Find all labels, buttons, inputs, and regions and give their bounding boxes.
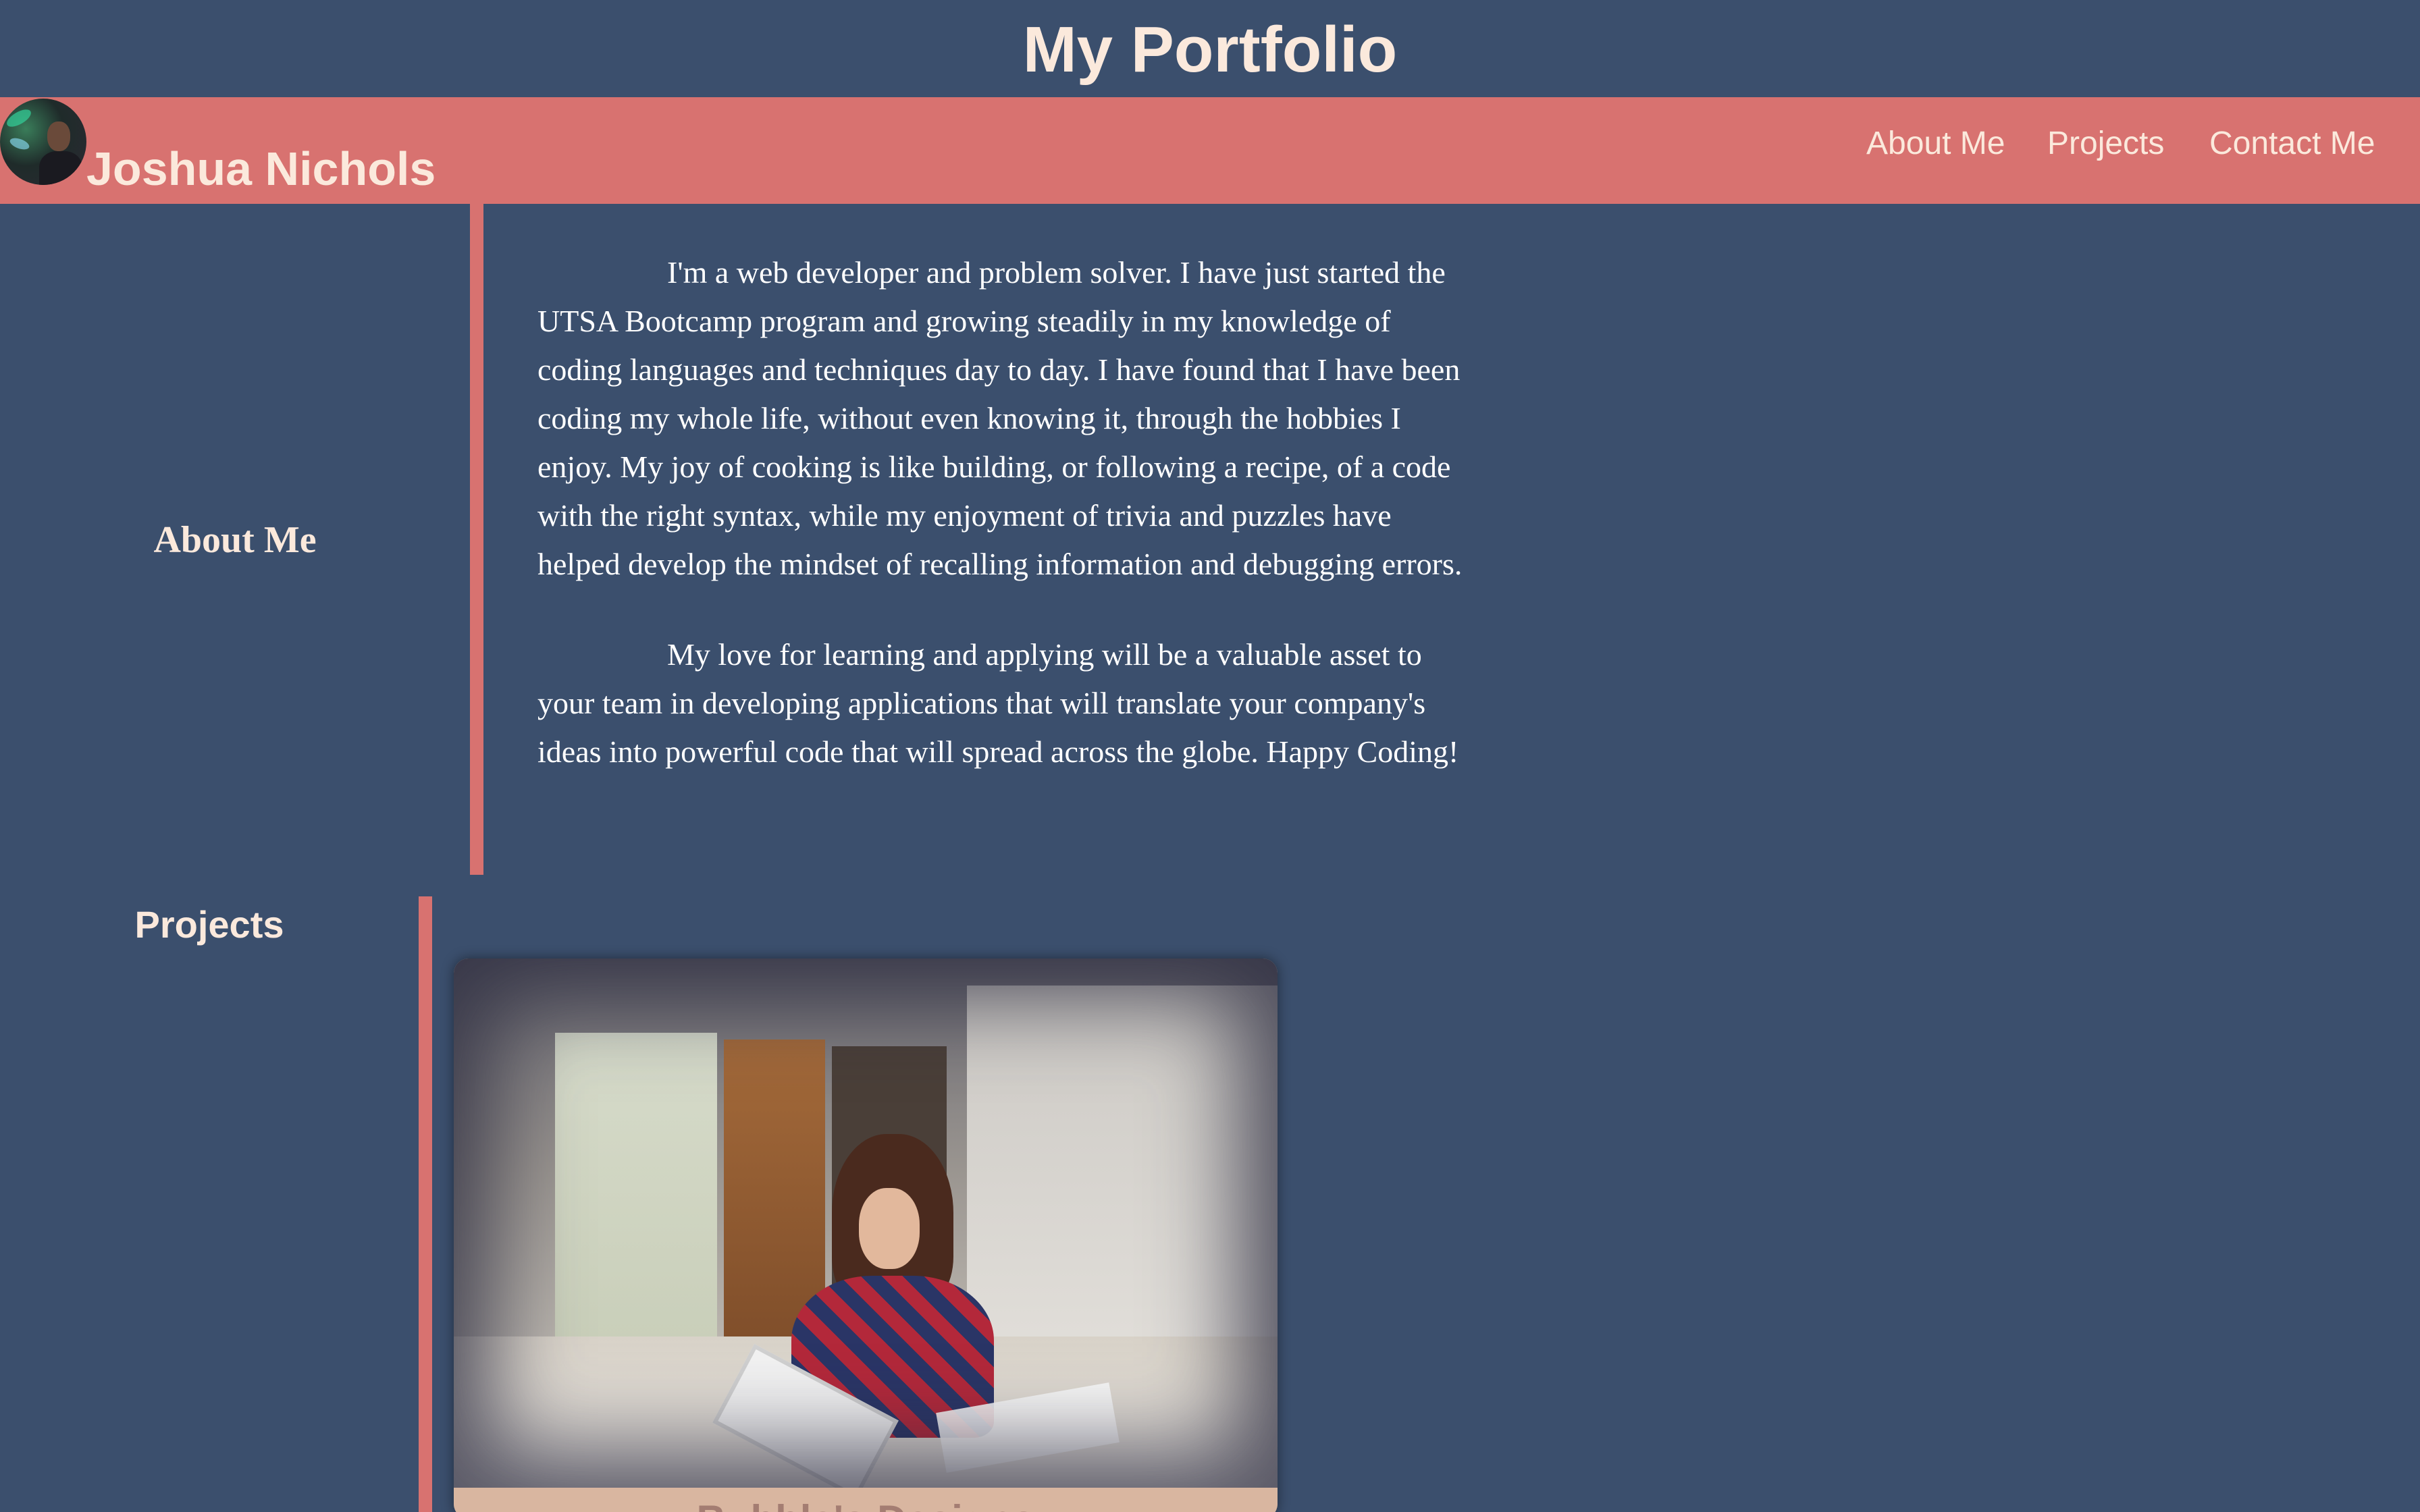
nav-link-projects[interactable]: Projects (2047, 120, 2164, 167)
about-paragraph: I'm a web developer and problem solver. … (537, 255, 1463, 581)
owner-name: Joshua Nichols (86, 142, 436, 195)
about-paragraph: My love for learning and applying will b… (537, 637, 1459, 769)
nav-link-about-me[interactable]: About Me (1866, 120, 2005, 167)
avatar (0, 99, 86, 185)
about-divider (470, 204, 483, 875)
projects-divider (419, 896, 432, 1512)
nav-link-contact-me[interactable]: Contact Me (2209, 120, 2375, 167)
project-card[interactable]: Bubble's Designs (454, 959, 1278, 1512)
about-heading: About Me (153, 519, 317, 561)
about-text: I'm a web developer and problem solver. … (537, 248, 1463, 818)
page-title: My Portfolio (1022, 14, 1398, 86)
project-title: Bubble's Designs (454, 1488, 1278, 1512)
projects-heading: Projects (134, 903, 284, 946)
project-image (454, 959, 1278, 1488)
